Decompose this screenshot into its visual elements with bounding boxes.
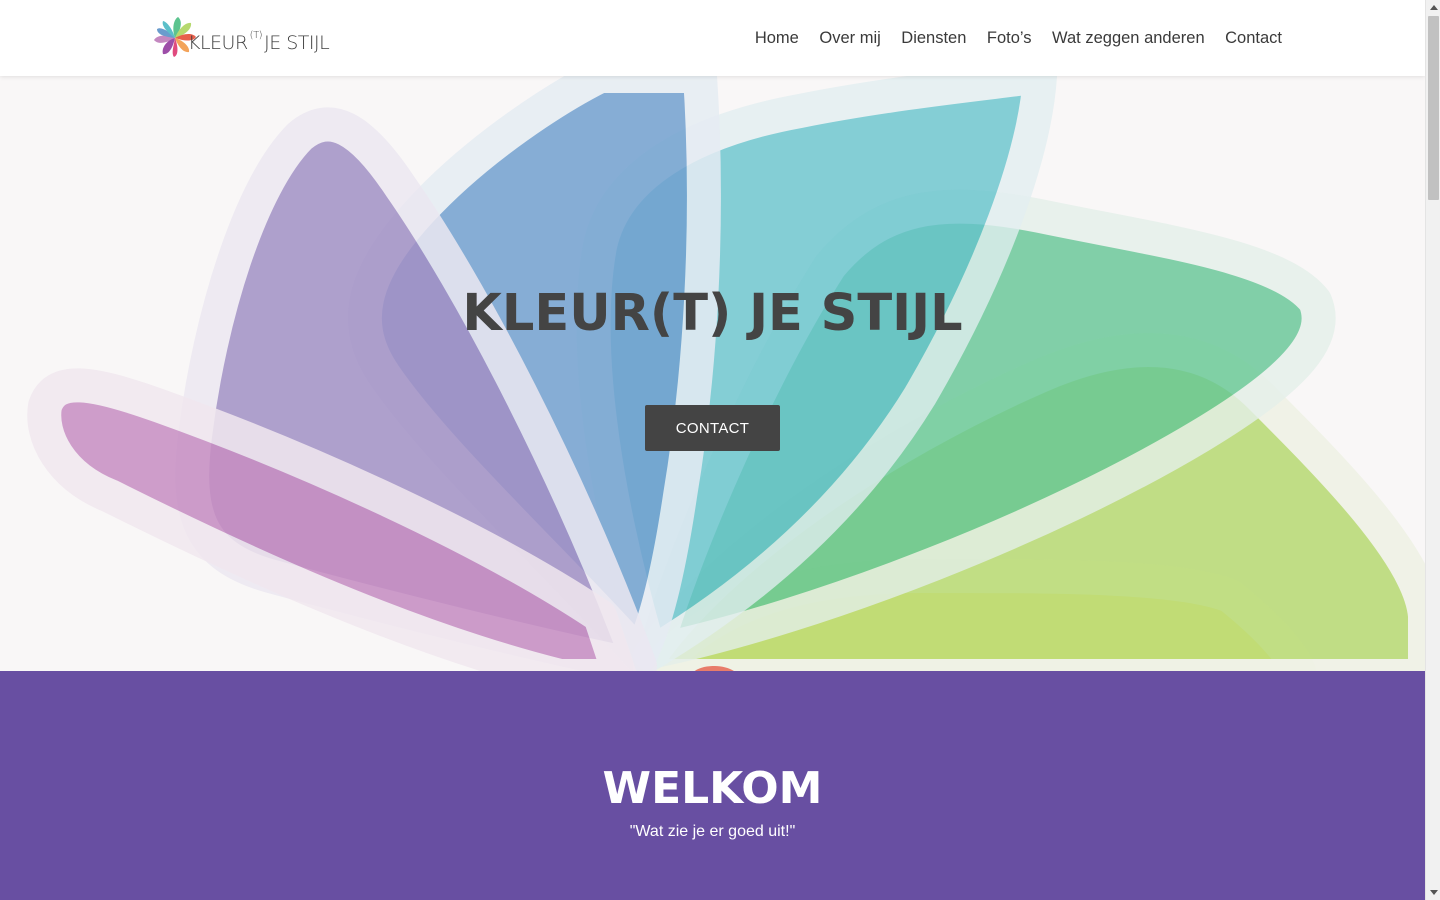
logo-text-main: KLEUR bbox=[188, 32, 248, 54]
welcome-tagline: "Wat zie je er goed uit!" bbox=[629, 823, 796, 840]
vertical-scrollbar[interactable] bbox=[1425, 0, 1440, 900]
triangle-down-icon bbox=[1429, 890, 1438, 895]
hero-section: KLEUR(T) JE STIJL CONTACT bbox=[0, 76, 1425, 671]
logo-wordmark: KLEUR (T) JE STIJL bbox=[188, 29, 330, 54]
welcome-heading: WELKOM bbox=[602, 763, 823, 814]
contact-button[interactable]: CONTACT bbox=[645, 405, 780, 451]
nav-item-fotos[interactable]: Foto’s bbox=[987, 29, 1032, 48]
nav-item-home[interactable]: Home bbox=[755, 29, 799, 48]
hero-title: KLEUR(T) JE STIJL bbox=[462, 284, 963, 343]
hero-flower-illustration bbox=[27, 76, 1425, 671]
site-logo[interactable]: KLEUR (T) JE STIJL bbox=[152, 14, 342, 62]
welcome-section: WELKOM "Wat zie je er goed uit!" bbox=[0, 671, 1425, 900]
triangle-up-icon bbox=[1429, 5, 1438, 10]
nav-item-contact[interactable]: Contact bbox=[1225, 29, 1282, 48]
logo-text-sup: (T) bbox=[249, 29, 263, 41]
logo-text-rest: JE STIJL bbox=[264, 32, 330, 54]
page: KLEUR (T) JE STIJL Home Over mij Diensten … bbox=[0, 0, 1425, 900]
main-nav: Home Over mij Diensten Foto’s Wat zeggen… bbox=[755, 0, 1282, 76]
site-header: KLEUR (T) JE STIJL Home Over mij Diensten … bbox=[0, 0, 1425, 76]
scroll-down-button[interactable] bbox=[1426, 885, 1440, 900]
scrollbar-thumb[interactable] bbox=[1428, 16, 1439, 200]
nav-item-over-mij[interactable]: Over mij bbox=[819, 29, 880, 48]
scroll-up-button[interactable] bbox=[1426, 0, 1440, 15]
nav-item-wat-zeggen-anderen[interactable]: Wat zeggen anderen bbox=[1052, 29, 1205, 48]
nav-item-diensten[interactable]: Diensten bbox=[901, 29, 966, 48]
